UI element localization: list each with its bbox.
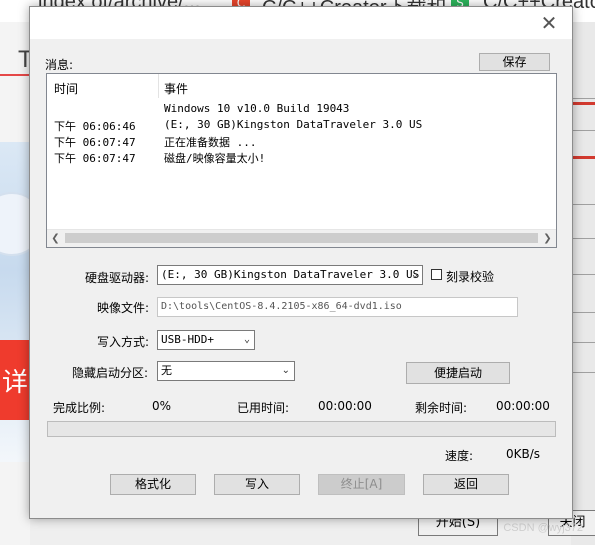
chevron-down-icon: ⌄ xyxy=(411,269,418,280)
quick-boot-button[interactable]: 便捷启动 xyxy=(406,362,510,384)
scroll-right-icon[interactable]: ❯ xyxy=(539,230,556,247)
messages-label: 消息: xyxy=(45,58,74,72)
horizontal-scrollbar[interactable]: ❮ ❯ xyxy=(47,229,556,247)
close-icon[interactable]: ✕ xyxy=(526,7,572,39)
hidden-partition-select[interactable]: 无 ⌄ xyxy=(157,361,295,381)
remaining-time-label: 剩余时间: xyxy=(415,401,468,415)
scrollbar-thumb[interactable] xyxy=(65,233,538,243)
background-red-card: 详 xyxy=(0,340,30,420)
background-divider xyxy=(571,98,595,99)
back-button[interactable]: 返回 xyxy=(423,474,509,495)
progress-label: 完成比例: xyxy=(53,401,106,415)
background-red-strip xyxy=(571,102,595,105)
save-button[interactable]: 保存 xyxy=(479,53,550,71)
verify-checkbox[interactable] xyxy=(431,269,442,280)
speed-label: 速度: xyxy=(445,449,474,463)
image-file-label: 映像文件: xyxy=(97,301,150,315)
background-divider xyxy=(571,204,595,205)
dialog-titlebar: ✕ xyxy=(30,7,572,39)
drive-select-value: (E:, 30 GB)Kingston DataTraveler 3.0 US xyxy=(161,268,420,281)
chevron-down-icon: ⌄ xyxy=(281,365,290,376)
write-button[interactable]: 写入 xyxy=(214,474,300,495)
background-card-text: 详 xyxy=(2,368,29,398)
write-method-label: 写入方式: xyxy=(97,335,150,349)
background-divider xyxy=(571,372,595,373)
drive-select[interactable]: (E:, 30 GB)Kingston DataTraveler 3.0 US … xyxy=(157,265,423,285)
log-row-time: 下午 06:07:47 xyxy=(54,152,136,165)
background-divider xyxy=(0,74,30,76)
log-row-event: 正在准备数据 ... xyxy=(164,136,257,149)
write-method-value: USB-HDD+ xyxy=(161,333,214,346)
log-row-event: 磁盘/映像容量太小! xyxy=(164,152,266,165)
elapsed-time-value: 00:00:00 xyxy=(318,399,372,413)
progress-value: 0% xyxy=(152,399,172,413)
speed-value: 0KB/s xyxy=(506,447,541,461)
progress-bar xyxy=(47,421,556,437)
column-separator xyxy=(158,74,159,98)
scroll-left-icon[interactable]: ❮ xyxy=(47,230,64,247)
hidden-partition-value: 无 xyxy=(161,364,172,377)
image-file-input[interactable]: D:\tools\CentOS-8.4.2105-x86_64-dvd1.iso xyxy=(157,297,518,317)
column-header-time[interactable]: 时间 xyxy=(54,80,78,97)
log-row-time: 下午 06:06:46 xyxy=(54,120,136,133)
write-method-select[interactable]: USB-HDD+ ⌄ xyxy=(157,330,255,350)
background-divider xyxy=(571,130,595,131)
message-log-list[interactable]: 时间 事件 Windows 10 v10.0 Build 19043 下午 06… xyxy=(46,73,557,248)
background-disk-image xyxy=(0,192,30,256)
remaining-time-value: 00:00:00 xyxy=(496,399,550,413)
log-row-event: (E:, 30 GB)Kingston DataTraveler 3.0 US xyxy=(164,118,423,131)
write-disk-image-dialog: ✕ 消息: 保存 时间 事件 Windows 10 v10.0 Build 19… xyxy=(29,6,573,519)
hidden-partition-label: 隐藏启动分区: xyxy=(72,366,149,380)
background-webpage: T 详 xyxy=(0,22,30,545)
drive-label: 硬盘驱动器: xyxy=(85,271,150,285)
background-divider xyxy=(571,342,595,343)
background-red-strip xyxy=(571,156,595,159)
abort-button[interactable]: 终止[A] xyxy=(318,474,405,495)
chevron-down-icon: ⌄ xyxy=(243,334,250,345)
elapsed-time-label: 已用时间: xyxy=(237,401,290,415)
log-row-time: 下午 06:07:47 xyxy=(54,136,136,149)
background-divider xyxy=(571,274,595,275)
watermark: CSDN @wyj372 xyxy=(503,522,583,534)
background-window-right xyxy=(571,22,595,545)
verify-label[interactable]: 刻录校验 xyxy=(446,268,494,285)
log-row-event: Windows 10 v10.0 Build 19043 xyxy=(164,102,350,115)
background-divider xyxy=(571,312,595,313)
background-divider xyxy=(571,238,595,239)
column-header-event[interactable]: 事件 xyxy=(164,80,188,97)
format-button[interactable]: 格式化 xyxy=(110,474,196,495)
